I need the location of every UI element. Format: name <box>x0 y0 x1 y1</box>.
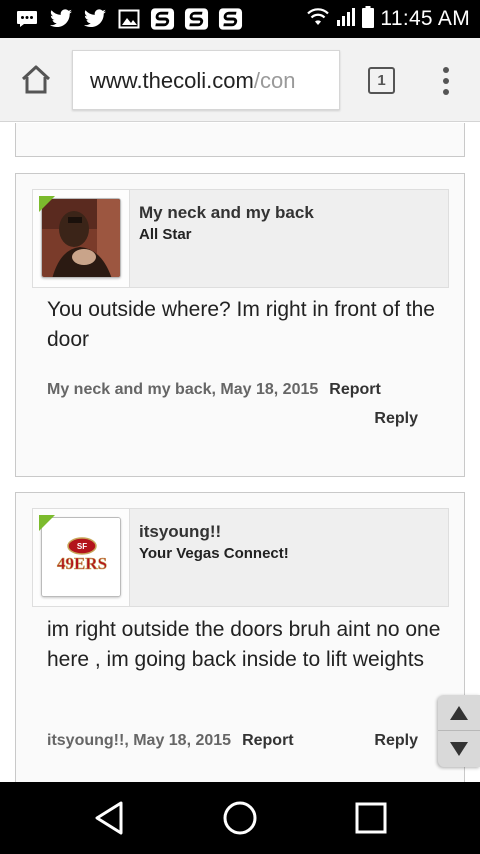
notification-icons <box>14 6 243 32</box>
url-path: /con <box>253 68 296 93</box>
post: SF 49ERS itsyoung!! Your Vegas Connect! … <box>15 492 465 782</box>
tab-switcher-button[interactable]: 1 <box>368 67 395 94</box>
battery-icon <box>362 5 375 33</box>
message-user-info: My neck and my back All Star <box>32 189 449 288</box>
author-date[interactable]: itsyoung!!, May 18, 2015 <box>47 732 231 749</box>
status-bar: 11:45 AM <box>0 0 480 38</box>
home-nav-button[interactable] <box>220 798 260 838</box>
s-app-icon <box>218 8 243 30</box>
home-icon <box>21 65 51 94</box>
recents-button[interactable] <box>351 798 391 838</box>
tab-count: 1 <box>377 72 386 89</box>
scroll-control <box>438 695 480 767</box>
svg-text:49ERS: 49ERS <box>57 554 107 573</box>
message-meta: My neck and my back, May 18, 2015 Report <box>47 381 381 399</box>
online-indicator <box>39 515 55 531</box>
url-domain: www.thecoli.com <box>90 68 254 93</box>
twitter-icon <box>48 8 73 30</box>
post: My neck and my back All Star You outside… <box>15 173 465 477</box>
online-indicator <box>39 196 55 212</box>
reply-link[interactable]: Reply <box>374 410 418 428</box>
author-date[interactable]: My neck and my back, May 18, 2015 <box>47 381 318 398</box>
system-status: 11:45 AM <box>306 5 470 33</box>
avatar-container: SF 49ERS <box>33 509 130 606</box>
scroll-up-button[interactable] <box>438 695 480 731</box>
gallery-icon <box>116 8 141 30</box>
twitter-icon <box>82 8 107 30</box>
user-title: Your Vegas Connect! <box>139 545 289 562</box>
message-text: im right outside the doors bruh aint no … <box>47 618 441 671</box>
scroll-down-button[interactable] <box>438 731 480 767</box>
report-link[interactable]: Report <box>329 381 381 398</box>
address-bar[interactable]: www.thecoli.com/con <box>72 50 340 110</box>
overflow-menu-button[interactable] <box>437 66 455 96</box>
s-app-icon <box>150 8 175 30</box>
svg-text:SF: SF <box>77 542 87 551</box>
menu-dot <box>443 78 449 84</box>
signal-icon <box>336 7 356 32</box>
messenger-icon <box>14 8 39 30</box>
url-text: www.thecoli.com/con <box>90 68 295 94</box>
message-text: You outside where? Im right in front of … <box>47 298 435 351</box>
home-button[interactable] <box>20 64 52 96</box>
s-app-icon <box>184 8 209 30</box>
arrow-up-icon <box>450 705 468 720</box>
message-meta: itsyoung!!, May 18, 2015 Report <box>47 732 294 750</box>
username-link[interactable]: My neck and my back <box>139 203 314 223</box>
back-button[interactable] <box>89 798 129 838</box>
message-user-info: SF 49ERS itsyoung!! Your Vegas Connect! <box>32 508 449 607</box>
back-icon <box>95 801 123 835</box>
avatar-container <box>33 190 130 287</box>
reply-link[interactable]: Reply <box>374 732 418 750</box>
clock: 11:45 AM <box>380 7 470 30</box>
arrow-down-icon <box>450 742 468 756</box>
report-link[interactable]: Report <box>242 732 294 749</box>
wifi-icon <box>306 7 330 32</box>
home-circle-icon <box>223 801 257 835</box>
navigation-bar <box>0 782 480 854</box>
previous-post-bottom <box>15 123 465 157</box>
menu-dot <box>443 67 449 73</box>
user-title: All Star <box>139 226 192 243</box>
browser-toolbar: www.thecoli.com/con 1 <box>0 38 480 122</box>
recents-icon <box>355 802 387 834</box>
page-content[interactable]: My neck and my back All Star You outside… <box>0 123 480 782</box>
menu-dot <box>443 89 449 95</box>
username-link[interactable]: itsyoung!! <box>139 522 221 542</box>
